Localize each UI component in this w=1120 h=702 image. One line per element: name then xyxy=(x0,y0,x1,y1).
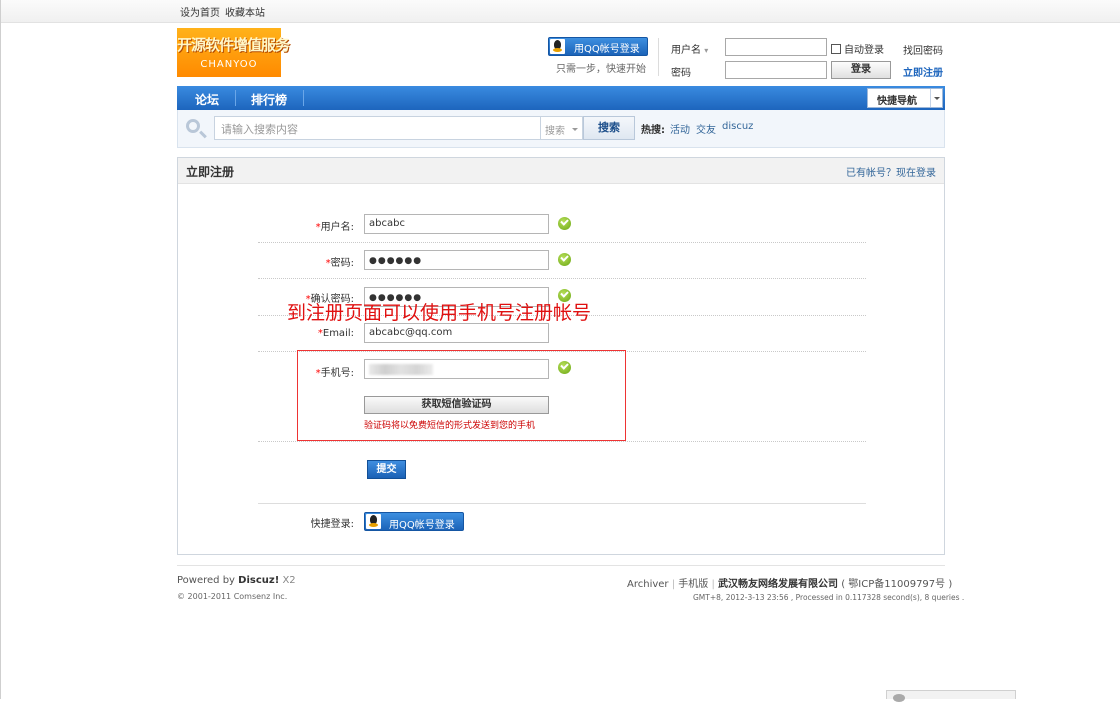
password-label: 密码 xyxy=(671,68,691,79)
quick-nav-dropdown[interactable]: 快捷导航 xyxy=(867,88,943,108)
nav-divider xyxy=(303,90,304,106)
login-button[interactable]: 登录 xyxy=(831,61,891,79)
checkbox-box[interactable] xyxy=(831,44,841,54)
company-name: 武汉畅友网络发展有限公司 xyxy=(718,579,839,590)
submit-button[interactable]: 提交 xyxy=(367,460,406,479)
annotation-text: 到注册页面可以使用手机号注册帐号 xyxy=(287,302,592,324)
copyright: © 2001-2011 Comsenz Inc. xyxy=(177,592,288,601)
archiver-link[interactable]: Archiver xyxy=(627,579,669,590)
nav-item-ranking[interactable]: 排行榜 xyxy=(251,91,287,108)
hot-search-item[interactable]: 交友 xyxy=(696,121,716,136)
page-title: 立即注册 xyxy=(186,165,235,179)
auto-login-checkbox[interactable]: 自动登录 xyxy=(831,41,884,56)
logo-subtitle: CHANYOO xyxy=(200,59,258,70)
login-now-link[interactable]: 已有帐号？现在登录 xyxy=(846,164,936,179)
search-bar: 请输入搜索内容 搜索 搜索 热搜: 活动 交友 discuz xyxy=(177,110,945,148)
header-divider xyxy=(658,38,659,76)
qq-penguin-icon xyxy=(366,514,381,529)
footer-divider xyxy=(177,565,945,566)
hot-search-item[interactable]: 活动 xyxy=(670,121,690,136)
email-field[interactable]: abcabc@qq.com xyxy=(364,323,549,343)
check-icon xyxy=(558,217,571,230)
row-divider xyxy=(258,242,866,243)
hot-search-item[interactable]: discuz xyxy=(722,121,753,132)
row-divider xyxy=(258,441,866,442)
main-nav: 论坛 排行榜 快捷导航 xyxy=(177,86,945,110)
mobile-link[interactable]: 手机版 xyxy=(678,579,708,590)
quick-login-qq-button[interactable]: 用QQ帐号登录 xyxy=(364,512,464,531)
icp-link[interactable]: ( 鄂ICP备11009797号 ) xyxy=(841,579,952,590)
powered-by: Powered by Discuz! X2 xyxy=(177,575,296,586)
top-bar: 设为首页 收藏本站 xyxy=(1,0,1120,23)
logo-title: 开源软件增值服务 xyxy=(177,36,290,54)
qq-login-button[interactable] xyxy=(548,37,648,56)
discuz-link[interactable]: Discuz! xyxy=(238,575,279,586)
panel-header: 立即注册 已有帐号？现在登录 xyxy=(178,158,944,184)
qq-penguin-icon xyxy=(550,39,565,54)
bookmark-site-link[interactable]: 收藏本站 xyxy=(225,4,265,19)
qq-login-tip: 只需一步，快速开始 xyxy=(556,64,646,75)
forgot-password-link[interactable]: 找回密码 xyxy=(903,42,943,57)
taskbar-fragment xyxy=(886,690,1016,702)
site-logo[interactable]: 开源软件增值服务 CHANYOO xyxy=(177,28,290,77)
row-divider xyxy=(258,503,866,504)
footer-links: Archiver | 手机版 | 武汉畅友网络发展有限公司 ( 鄂ICP备110… xyxy=(627,575,952,590)
highlight-box xyxy=(297,350,626,441)
search-icon xyxy=(186,119,200,133)
footer-separator: | xyxy=(671,579,676,590)
quick-login-label: 快捷登录: xyxy=(310,519,354,530)
search-button[interactable]: 搜索 xyxy=(583,116,635,140)
footer-stats: GMT+8, 2012-3-13 23:56 , Processed in 0.… xyxy=(693,593,965,602)
register-link[interactable]: 立即注册 xyxy=(903,64,943,79)
nav-divider xyxy=(235,90,236,106)
check-icon xyxy=(558,253,571,266)
footer-separator: | xyxy=(711,579,715,590)
search-type-select[interactable]: 搜索 xyxy=(541,116,583,140)
header-password-input[interactable] xyxy=(725,61,827,79)
hot-search-label: 热搜: xyxy=(641,125,665,136)
register-panel: 立即注册 已有帐号？现在登录 *用户名: abcabc *密码: ●●●●●● … xyxy=(177,157,945,555)
username-field[interactable]: abcabc xyxy=(364,214,549,234)
password-field[interactable]: ●●●●●● xyxy=(364,250,549,270)
row-divider xyxy=(258,278,866,279)
password-field-label: *密码: xyxy=(325,258,354,269)
search-input[interactable]: 请输入搜索内容 xyxy=(214,116,541,140)
username-field-label: *用户名: xyxy=(315,222,354,233)
set-homepage-link[interactable]: 设为首页 xyxy=(180,4,220,19)
username-label: 用户名 ▾ xyxy=(671,45,709,56)
chevron-down-icon xyxy=(930,89,942,107)
header-username-input[interactable] xyxy=(725,38,827,56)
nav-item-forum[interactable]: 论坛 xyxy=(195,91,219,108)
email-field-label: *Email: xyxy=(317,328,354,339)
